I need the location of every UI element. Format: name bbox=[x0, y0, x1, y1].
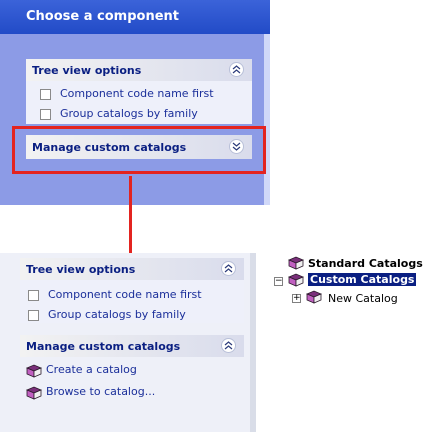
panel-divider bbox=[250, 253, 256, 432]
top-panel: Choose a component Tree view options Com… bbox=[0, 0, 270, 205]
tree-view-options-header[interactable]: Tree view options bbox=[26, 59, 252, 81]
manage-custom-catalogs-header[interactable]: Manage custom catalogs bbox=[20, 335, 244, 357]
checkbox[interactable] bbox=[28, 310, 39, 321]
catalog-book-icon bbox=[288, 256, 304, 270]
tree-view-options-group: Tree view options Component code name fi… bbox=[26, 59, 252, 124]
catalog-book-icon bbox=[288, 273, 304, 287]
checkbox[interactable] bbox=[40, 109, 51, 120]
catalog-book-icon bbox=[26, 386, 42, 400]
collapse-icon[interactable] bbox=[221, 338, 236, 353]
manage-custom-catalogs-title: Manage custom catalogs bbox=[26, 340, 181, 353]
tree-view-options-title: Tree view options bbox=[32, 64, 142, 77]
collapse-icon[interactable] bbox=[229, 62, 244, 77]
collapse-node-icon[interactable]: − bbox=[274, 277, 283, 286]
manage-custom-catalogs-group-expanded: Manage custom catalogs Create a catalog bbox=[20, 335, 244, 405]
annotation-highlight-box bbox=[12, 126, 266, 174]
tree-view-options-title: Tree view options bbox=[26, 263, 136, 276]
panel-title: Choose a component bbox=[0, 0, 270, 34]
expand-node-icon[interactable]: + bbox=[292, 294, 301, 303]
catalog-book-icon bbox=[306, 290, 322, 304]
tree-view-options-body: Component code name first Group catalogs… bbox=[26, 81, 252, 124]
manage-custom-catalogs-body: Create a catalog Browse to catalog... bbox=[20, 357, 244, 405]
catalog-book-icon bbox=[26, 364, 42, 378]
collapse-icon[interactable] bbox=[221, 261, 236, 276]
checkbox[interactable] bbox=[40, 89, 51, 100]
tree-view-options-group-expanded: Tree view options Component code name fi… bbox=[20, 258, 244, 323]
tree-view-options-header[interactable]: Tree view options bbox=[20, 258, 244, 280]
catalog-tree: Standard Catalogs − Custom Catalogs + Ne… bbox=[274, 256, 423, 305]
tree-view-options-body: Component code name first Group catalogs… bbox=[20, 280, 244, 323]
bottom-panel: Tree view options Component code name fi… bbox=[0, 253, 256, 432]
checkbox[interactable] bbox=[28, 290, 39, 301]
